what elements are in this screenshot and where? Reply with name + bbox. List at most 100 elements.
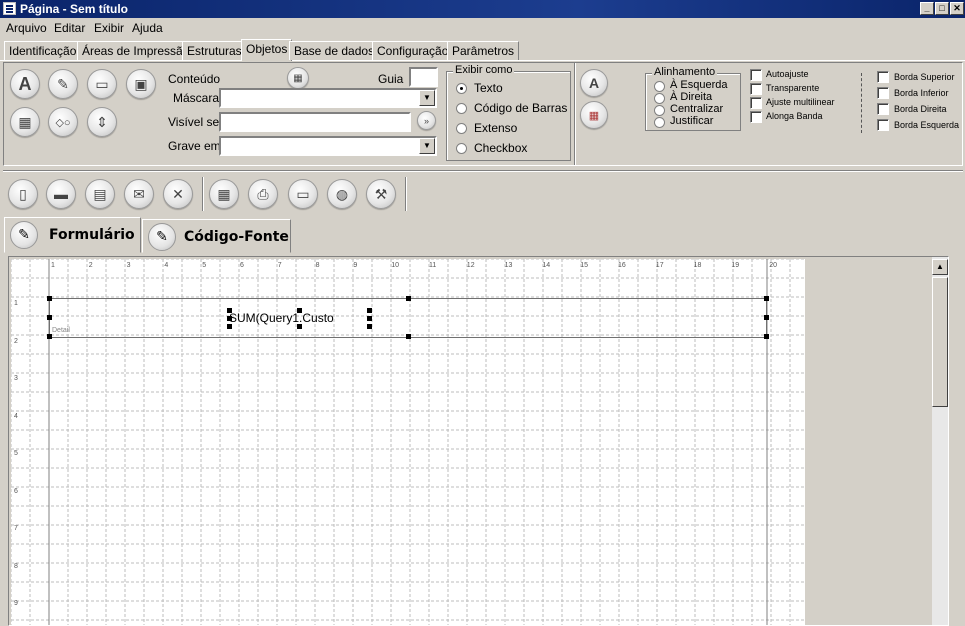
radio-checkbox[interactable]	[456, 143, 467, 154]
borda-direita-checkbox[interactable]	[877, 103, 889, 115]
grave-combo[interactable]: ▼	[219, 136, 437, 156]
selection-handle[interactable]	[764, 334, 769, 339]
alonga-banda-checkbox[interactable]	[750, 111, 762, 123]
borda-superior-checkbox[interactable]	[877, 71, 889, 83]
selection-handle[interactable]	[47, 315, 52, 320]
radio-texto[interactable]	[456, 83, 467, 94]
preview-monitor-icon[interactable]: ▭	[288, 179, 318, 209]
tab-base-de-dados[interactable]: Base de dados	[289, 41, 380, 60]
selection-handle[interactable]	[764, 296, 769, 301]
alinhamento-group: Alinhamento À Esquerda À Direita Central…	[645, 66, 741, 131]
calculator-icon[interactable]: ▦	[10, 107, 40, 137]
text-tool-icon[interactable]: A	[10, 69, 40, 99]
tab-parametros[interactable]: Parâmetros	[447, 41, 520, 60]
band-label: Detail	[52, 327, 70, 334]
toolbar-separator	[405, 177, 407, 211]
ruler-top-number: 15	[580, 262, 588, 269]
tab-estruturas[interactable]: Estruturas	[182, 41, 247, 60]
menu-exibir[interactable]: Exibir	[94, 21, 124, 35]
tab-formulario[interactable]: ✎ Formulário	[4, 217, 141, 253]
form-icon[interactable]: ▦	[209, 179, 239, 209]
tab-objetos[interactable]: Objetos	[241, 39, 293, 61]
chevron-down-icon[interactable]: ▼	[419, 138, 435, 154]
option-direita: À Direita	[670, 91, 713, 103]
borda-direita-label: Borda Direita	[894, 104, 947, 114]
chevron-down-icon[interactable]: ▼	[419, 90, 435, 106]
edit-form-icon: ✎	[10, 221, 38, 249]
field-handle[interactable]	[227, 316, 232, 321]
selection-handle[interactable]	[406, 334, 411, 339]
hammer-icon[interactable]: ⚒	[366, 179, 396, 209]
calculator-small-icon[interactable]: ▦	[287, 67, 309, 89]
scroll-thumb[interactable]	[932, 277, 948, 407]
borda-inferior-checkbox[interactable]	[877, 87, 889, 99]
radio-direita[interactable]	[654, 93, 665, 104]
ruler-top-number: 12	[466, 262, 475, 269]
property-tabs: Identificação Áreas de Impressão Estrutu…	[0, 39, 965, 61]
close-button[interactable]: ✕	[950, 2, 964, 15]
new-file-icon[interactable]: ▯	[8, 179, 38, 209]
vertical-scrollbar[interactable]: ▲	[932, 257, 948, 625]
ruler-left-number: 5	[14, 450, 18, 457]
scroll-up-icon[interactable]: ▲	[932, 259, 948, 275]
tab-identificacao[interactable]: Identificação	[4, 41, 82, 60]
tab-configuracao[interactable]: Configuração	[372, 41, 454, 60]
field-handle[interactable]	[367, 324, 372, 329]
menu-ajuda[interactable]: Ajuda	[132, 21, 163, 35]
ajuste-multilinear-checkbox[interactable]	[750, 97, 762, 109]
ruler-left-number: 3	[14, 375, 18, 382]
menu-editar[interactable]: Editar	[54, 21, 85, 35]
tab-areas-impressao[interactable]: Áreas de Impressão	[77, 41, 195, 60]
globe-icon[interactable]: ◍	[327, 179, 357, 209]
open-folder-icon[interactable]: ▬	[46, 179, 76, 209]
report-canvas[interactable]: 1 2 3 4 5 6 7 8 9 10 11 12 13 14 15 16 17 18 19 20 12345678…	[10, 258, 805, 625]
pencil-icon[interactable]: ✎	[48, 69, 78, 99]
detail-band[interactable]: Detail	[49, 298, 767, 338]
mail-icon[interactable]: ✉	[124, 179, 154, 209]
print-icon[interactable]: ⎙	[248, 179, 278, 209]
selection-handle[interactable]	[764, 315, 769, 320]
exibir-como-caption: Exibir como	[453, 64, 515, 76]
guia-label: Guia	[378, 72, 404, 86]
guia-input[interactable]	[409, 67, 438, 87]
updown-arrows-icon[interactable]: ⇕	[87, 107, 117, 137]
field-handle[interactable]	[297, 324, 302, 329]
radio-esquerda[interactable]	[654, 81, 665, 92]
shapes-icon[interactable]: ◇○	[48, 107, 78, 137]
color-palette-icon[interactable]: ▦	[580, 101, 608, 129]
radio-codigo-barras[interactable]	[456, 103, 467, 114]
ruler-top-number: 1	[51, 262, 55, 269]
borda-esquerda-checkbox[interactable]	[877, 119, 889, 131]
image-icon[interactable]: ▣	[126, 69, 156, 99]
tab-codigo-fonte[interactable]: ✎ Código-Fonte	[142, 219, 291, 253]
menu-arquivo[interactable]: Arquivo	[6, 21, 47, 35]
save-icon[interactable]: ▤	[85, 179, 115, 209]
radio-extenso[interactable]	[456, 123, 467, 134]
expand-icon[interactable]: »	[417, 111, 436, 130]
field-handle[interactable]	[227, 308, 232, 313]
ruler-top-number: 11	[429, 262, 437, 269]
selection-handle[interactable]	[47, 296, 52, 301]
minimize-button[interactable]: _	[920, 2, 934, 15]
ruler-top-number: 3	[126, 262, 131, 269]
transparente-checkbox[interactable]	[750, 83, 762, 95]
radio-justificar[interactable]	[654, 117, 665, 128]
visivel-label: Visível se	[168, 115, 220, 129]
field-handle[interactable]	[297, 308, 302, 313]
ruler-top-number: 16	[618, 262, 626, 269]
option-esquerda: À Esquerda	[670, 79, 728, 91]
delete-icon[interactable]: ✕	[163, 179, 193, 209]
field-handle[interactable]	[367, 308, 372, 313]
font-icon[interactable]: A	[580, 69, 608, 97]
radio-centralizar[interactable]	[654, 105, 665, 116]
sum-field[interactable]: SUM(Query1.Custo	[229, 311, 334, 325]
mascara-combo[interactable]: ▼	[219, 88, 437, 108]
autoajuste-checkbox[interactable]	[750, 69, 762, 81]
maximize-button[interactable]: □	[935, 2, 949, 15]
visivel-input[interactable]	[219, 112, 411, 132]
selection-handle[interactable]	[406, 296, 411, 301]
field-handle[interactable]	[367, 316, 372, 321]
field-handle[interactable]	[227, 324, 232, 329]
monitor-icon[interactable]: ▭	[87, 69, 117, 99]
selection-handle[interactable]	[47, 334, 52, 339]
